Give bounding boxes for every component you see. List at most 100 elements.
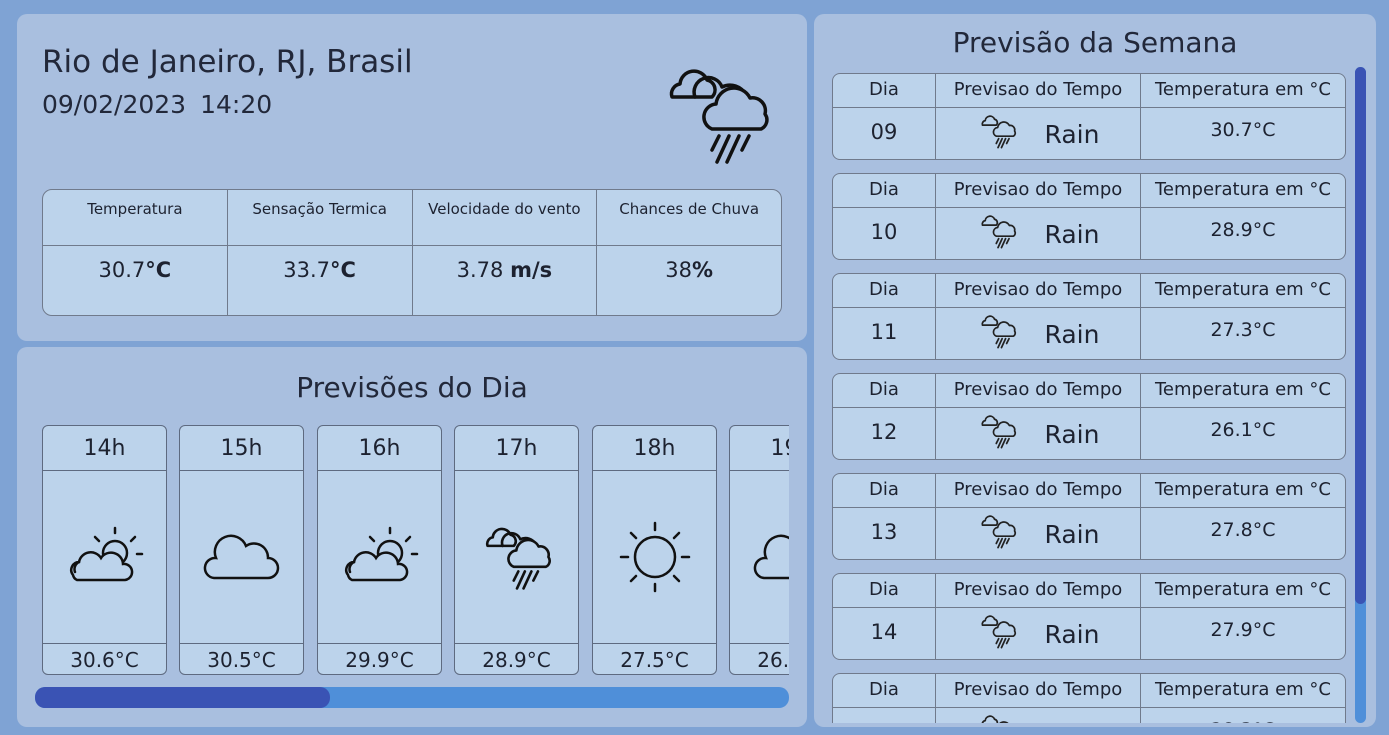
condition-label: Rain	[1044, 319, 1100, 349]
col-temp-header: Temperatura em °C	[1155, 279, 1331, 300]
day-temp: 28.9°C	[1210, 219, 1276, 241]
col-temp-header: Temperatura em °C	[1155, 579, 1331, 600]
hour-label: 16h	[318, 426, 441, 471]
hour-label: 18h	[593, 426, 716, 471]
day-number: 15	[833, 708, 936, 723]
forecast-cell: Rain	[936, 608, 1141, 659]
week-card-values: 12 Rain 26.1°C	[833, 408, 1345, 459]
stat-value: 30.7°C	[98, 258, 172, 282]
col-forecast-header: Previsao do Tempo	[936, 174, 1141, 207]
week-day-card: Dia Previsao do Tempo Temperatura em °C …	[832, 373, 1346, 460]
day-temp: 27.3°C	[1210, 319, 1276, 341]
weekly-forecast-list[interactable]: Dia Previsao do Tempo Temperatura em °C …	[832, 73, 1346, 723]
cloud-rain-heavy-icon	[455, 471, 578, 643]
week-day-card: Dia Previsao do Tempo Temperatura em °C …	[832, 673, 1346, 723]
col-day-header: Dia	[833, 574, 936, 607]
hourly-scrollbar[interactable]	[35, 687, 789, 708]
rain-icon	[977, 212, 1019, 256]
col-temp-header: Temperatura em °C	[1155, 179, 1331, 200]
forecast-cell: Rain	[936, 108, 1141, 159]
week-card-header: Dia Previsao do Tempo Temperatura em °C	[833, 374, 1345, 408]
week-card-header: Dia Previsao do Tempo Temperatura em °C	[833, 274, 1345, 308]
week-card-values: 09 Rain 30.7°C	[833, 108, 1345, 159]
col-forecast-header: Previsao do Tempo	[936, 474, 1141, 507]
current-weather-panel: Rio de Janeiro, RJ, Brasil 09/02/2023 14:…	[17, 14, 807, 341]
hour-label: 15h	[180, 426, 303, 471]
hourly-forecast-list[interactable]: 14h 30.6°C 15h 30.5°C 16h 29.9°C 17h 28.…	[42, 425, 789, 677]
condition-label: Rain	[1044, 519, 1100, 549]
hour-card: 17h 28.9°C	[454, 425, 579, 675]
weekly-scrollbar-thumb[interactable]	[1355, 67, 1366, 604]
cloud-icon	[730, 471, 789, 643]
hour-card: 14h 30.6°C	[42, 425, 167, 675]
col-temp-header: Temperatura em °C	[1155, 479, 1331, 500]
forecast-cell: Rain	[936, 408, 1141, 459]
week-day-card: Dia Previsao do Tempo Temperatura em °C …	[832, 173, 1346, 260]
hour-label: 19h	[730, 426, 789, 471]
condition-label: Rain	[1045, 720, 1100, 724]
day-temp: 27.8°C	[1210, 519, 1276, 541]
week-day-card: Dia Previsao do Tempo Temperatura em °C …	[832, 573, 1346, 660]
partly-cloudy-sun-icon	[43, 471, 166, 643]
date-time: 09/02/2023 14:20	[42, 90, 286, 119]
forecast-cell: Rain	[936, 308, 1141, 359]
stat-label: Chances de Chuva	[597, 190, 781, 246]
week-card-values: 15 Rain 28.3°C	[833, 708, 1345, 723]
cloud-rain-heavy-icon	[657, 59, 777, 169]
hour-temp: 29.9°C	[318, 643, 441, 674]
col-forecast-header: Previsao do Tempo	[936, 574, 1141, 607]
day-temp: 26.1°C	[1210, 419, 1276, 441]
col-forecast-header: Previsao do Tempo	[936, 674, 1141, 707]
hourly-scrollbar-thumb[interactable]	[35, 687, 330, 708]
weekly-scrollbar[interactable]	[1355, 67, 1366, 723]
hour-card: 19h 26.5°C	[729, 425, 789, 675]
week-card-values: 14 Rain 27.9°C	[833, 608, 1345, 659]
week-card-values: 10 Rain 28.9°C	[833, 208, 1345, 259]
rain-icon	[977, 112, 1019, 156]
stat-feels-like: Sensação Termica 33.7°C	[227, 190, 413, 315]
week-day-card: Dia Previsao do Tempo Temperatura em °C …	[832, 273, 1346, 360]
week-card-header: Dia Previsao do Tempo Temperatura em °C	[833, 574, 1345, 608]
week-day-card: Dia Previsao do Tempo Temperatura em °C …	[832, 473, 1346, 560]
hour-label: 17h	[455, 426, 578, 471]
day-number: 11	[833, 308, 936, 359]
stat-label: Velocidade do vento	[412, 190, 597, 246]
day-temp: 27.9°C	[1210, 619, 1276, 641]
cloud-icon	[180, 471, 303, 643]
col-forecast-header: Previsao do Tempo	[936, 374, 1141, 407]
day-number: 12	[833, 408, 936, 459]
stat-value: 33.7°C	[283, 258, 356, 282]
col-day-header: Dia	[833, 274, 936, 307]
hour-temp: 30.6°C	[43, 643, 166, 674]
location-title: Rio de Janeiro, RJ, Brasil	[42, 44, 413, 80]
col-temp-header: Temperatura em °C	[1155, 79, 1331, 100]
day-temp: 30.7°C	[1210, 119, 1276, 141]
stat-rain-chance: Chances de Chuva 38%	[597, 190, 781, 315]
week-card-values: 11 Rain 27.3°C	[833, 308, 1345, 359]
hour-temp: 30.5°C	[180, 643, 303, 674]
rain-icon	[977, 412, 1019, 456]
partly-cloudy-sun-icon	[318, 471, 441, 643]
weekly-forecast-title: Previsão da Semana	[952, 26, 1238, 59]
hour-temp: 28.9°C	[455, 643, 578, 674]
day-number: 09	[833, 108, 936, 159]
stat-label: Sensação Termica	[227, 190, 412, 246]
stat-wind-speed: Velocidade do vento 3.78 m/s	[412, 190, 598, 315]
hour-card: 15h 30.5°C	[179, 425, 304, 675]
col-temp-header: Temperatura em °C	[1155, 379, 1331, 400]
stat-value: 38%	[665, 258, 714, 282]
rain-icon	[977, 512, 1019, 556]
col-forecast-header: Previsao do Tempo	[936, 274, 1141, 307]
rain-icon	[977, 312, 1019, 356]
day-number: 13	[833, 508, 936, 559]
condition-label: Rain	[1044, 619, 1100, 649]
hour-temp: 27.5°C	[593, 643, 716, 674]
stat-label: Temperatura	[43, 190, 227, 246]
forecast-cell: Rain	[936, 708, 1141, 723]
current-time: 14:20	[200, 90, 273, 119]
sun-icon	[593, 471, 716, 643]
condition-label: Rain	[1044, 219, 1100, 249]
daily-forecast-panel: Previsões do Dia 14h 30.6°C 15h 30.5°C 1…	[17, 347, 807, 727]
day-number: 14	[833, 608, 936, 659]
week-card-header: Dia Previsao do Tempo Temperatura em °C	[833, 174, 1345, 208]
